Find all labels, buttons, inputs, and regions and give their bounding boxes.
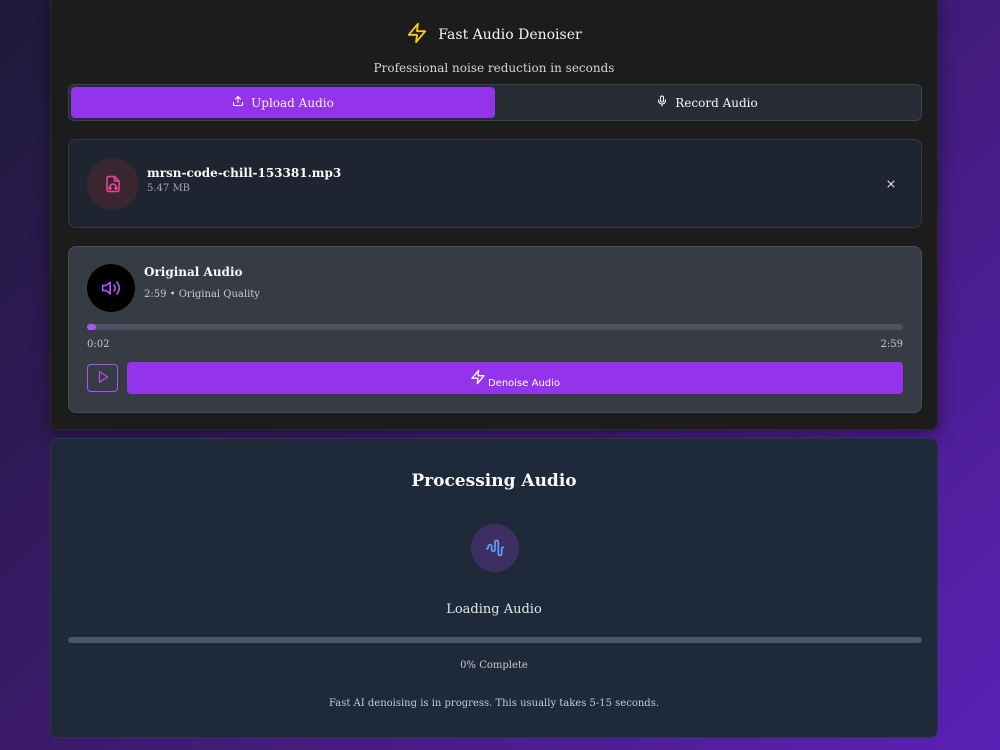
total-time: 2:59	[880, 339, 903, 350]
play-button[interactable]	[87, 364, 118, 392]
processing-panel: Processing Audio Loading Audio 0% Comple…	[50, 438, 938, 738]
upload-icon	[232, 95, 244, 110]
player-title: Original Audio	[144, 265, 243, 279]
processing-status: Loading Audio	[446, 602, 542, 617]
current-time: 0:02	[87, 339, 110, 350]
close-icon	[885, 175, 897, 194]
audio-player: Original Audio 2:59 • Original Quality 0…	[68, 246, 922, 413]
play-icon	[96, 369, 110, 388]
processing-title: Processing Audio	[411, 471, 577, 491]
playback-progress-bar[interactable]	[87, 324, 903, 330]
file-name: mrsn-code-chill-153381.mp3	[147, 166, 342, 180]
audio-file-icon	[87, 158, 139, 210]
lightning-icon	[470, 368, 486, 389]
lightning-icon	[406, 21, 428, 49]
processing-progress-bar	[68, 637, 922, 643]
speaker-icon	[87, 264, 135, 312]
remove-file-button[interactable]	[881, 174, 901, 194]
selected-file: mrsn-code-chill-153381.mp3 5.47 MB	[68, 139, 922, 228]
denoise-audio-button[interactable]: Denoise Audio	[127, 362, 903, 394]
file-size: 5.47 MB	[147, 183, 191, 194]
header: Fast Audio Denoiser Professional noise r…	[51, 21, 937, 75]
denoiser-panel: Fast Audio Denoiser Professional noise r…	[50, 0, 938, 430]
microphone-icon	[656, 95, 668, 110]
denoise-label: Denoise Audio	[487, 378, 561, 389]
tab-upload-label: Upload Audio	[251, 95, 334, 110]
player-meta: 2:59 • Original Quality	[144, 289, 260, 300]
tab-record-label: Record Audio	[675, 95, 758, 110]
playback-progress-fill	[87, 324, 96, 330]
tab-upload-audio[interactable]: Upload Audio	[71, 87, 495, 118]
waveform-icon	[471, 524, 519, 572]
app-subtitle: Professional noise reduction in seconds	[373, 61, 615, 75]
tab-record-audio[interactable]: Record Audio	[495, 87, 919, 118]
app-title: Fast Audio Denoiser	[438, 27, 582, 43]
processing-note: Fast AI denoising is in progress. This u…	[328, 698, 660, 709]
processing-percent: 0% Complete	[460, 660, 528, 671]
mode-tabs: Upload Audio Record Audio	[68, 84, 922, 121]
